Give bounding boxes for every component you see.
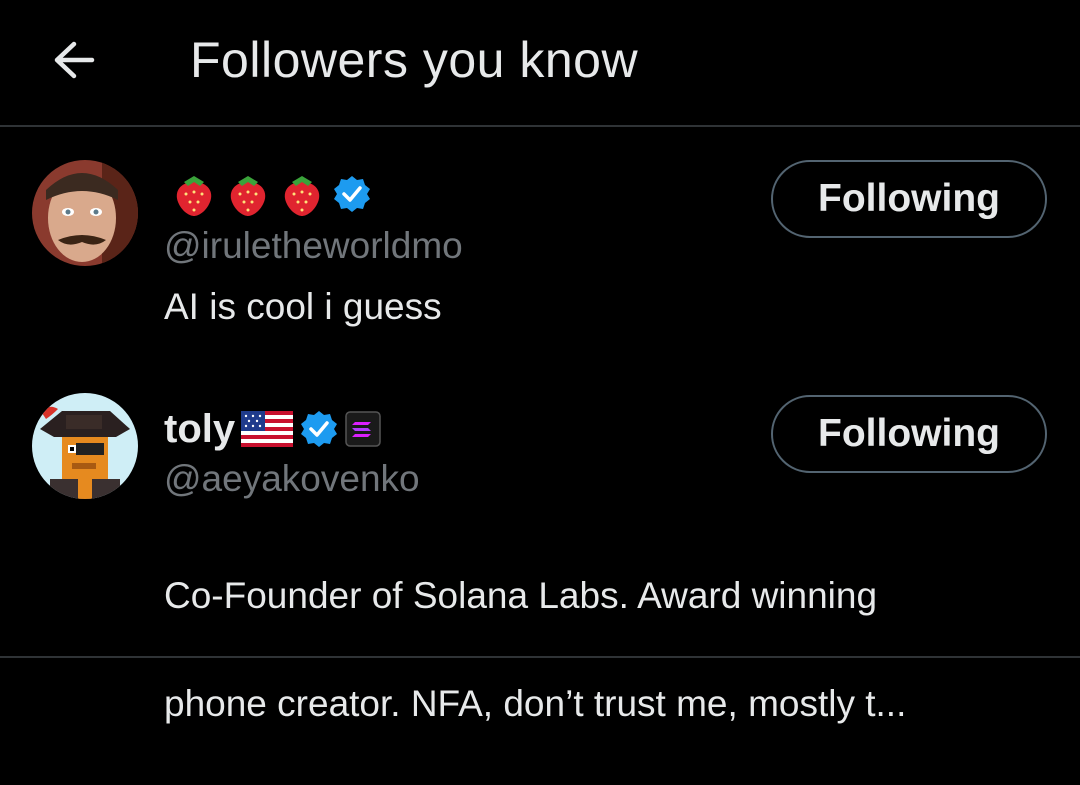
user-handle: @aeyakovenko bbox=[164, 458, 420, 499]
solana-logo-icon[interactable] bbox=[345, 411, 381, 447]
bio-line: Co-Founder of Solana Labs. Award winning bbox=[164, 575, 878, 616]
strawberry-icon bbox=[224, 170, 272, 218]
verified-badge-icon bbox=[332, 174, 372, 214]
user-cell[interactable]: toly @aeyakovenko Co-Founder of Solana L… bbox=[0, 375, 1080, 724]
strawberry-icon bbox=[278, 170, 326, 218]
divider bbox=[0, 656, 1080, 658]
display-name[interactable]: toly bbox=[164, 403, 235, 455]
arrow-left-icon bbox=[52, 40, 96, 80]
user-handle: @iruletheworldmo bbox=[164, 225, 463, 266]
top-bar: Followers you know bbox=[0, 0, 1080, 127]
name-line bbox=[164, 168, 372, 220]
user-bio: Co-Founder of Solana Labs. Award winning… bbox=[164, 515, 1034, 785]
strawberry-icon bbox=[170, 170, 218, 218]
verified-badge-icon bbox=[299, 409, 339, 449]
bio-line: phone creator. NFA, don’t trust me, most… bbox=[164, 683, 907, 724]
back-button[interactable] bbox=[44, 30, 104, 90]
name-line: toly bbox=[164, 403, 381, 455]
following-button[interactable]: Following bbox=[771, 395, 1047, 473]
avatar[interactable] bbox=[32, 393, 138, 499]
following-button[interactable]: Following bbox=[771, 160, 1047, 238]
user-bio: AI is cool i guess bbox=[164, 286, 442, 327]
user-cell[interactable]: @iruletheworldmo AI is cool i guess Foll… bbox=[0, 140, 1080, 355]
us-flag-icon bbox=[241, 411, 294, 447]
page-title: Followers you know bbox=[190, 32, 639, 88]
avatar[interactable] bbox=[32, 160, 138, 266]
